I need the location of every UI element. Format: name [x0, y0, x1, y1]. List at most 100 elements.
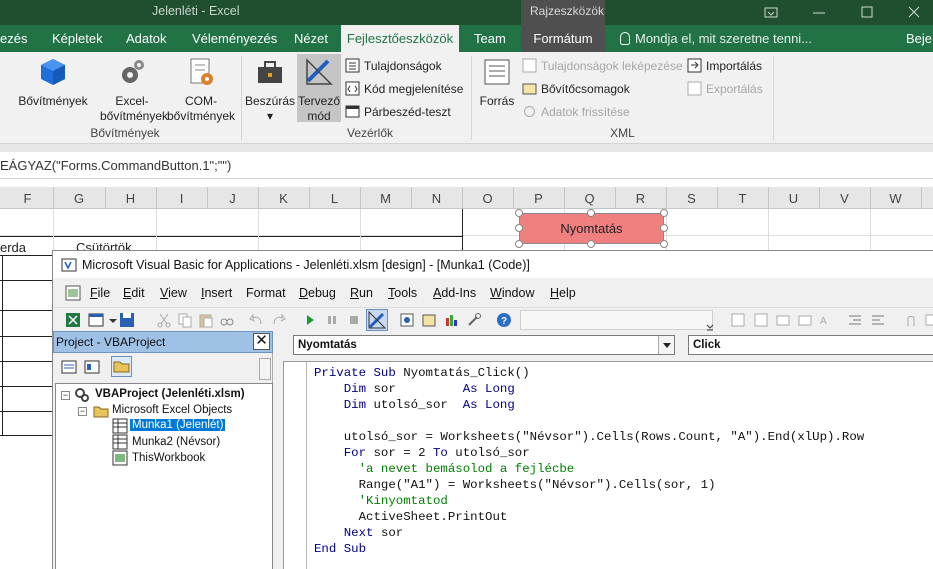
resize-handle[interactable]	[515, 240, 523, 248]
column-header[interactable]: T	[717, 191, 768, 206]
tab-data[interactable]: Adatok	[126, 25, 166, 52]
menu-format[interactable]: Format	[246, 286, 286, 300]
properties-button[interactable]: Tulajdonságok	[345, 58, 442, 78]
menu-window[interactable]: Window	[490, 286, 534, 300]
collapse-icon[interactable]: −	[61, 391, 70, 400]
resize-handle[interactable]	[515, 224, 523, 232]
copy-icon[interactable]	[177, 312, 193, 328]
toolbox-icon[interactable]	[466, 312, 482, 328]
run-dialog-button[interactable]: Párbeszéd-teszt	[345, 104, 451, 124]
tab-home-cut[interactable]: ezés	[0, 25, 30, 52]
procedure-dropdown[interactable]: Click	[688, 335, 933, 355]
object-dropdown[interactable]: Nyomtatás	[293, 335, 675, 355]
indent-block-icon[interactable]	[847, 312, 863, 328]
refresh-data-button[interactable]: Adatok frissítése	[522, 104, 630, 124]
toggle-folders-icon[interactable]	[111, 356, 132, 377]
column-header[interactable]: K	[258, 191, 309, 206]
excel-add-ins-button[interactable]: Excel- bővítmények	[100, 57, 168, 124]
column-header[interactable]: F	[2, 191, 53, 206]
menu-run[interactable]: Run	[350, 286, 373, 300]
excel-view-icon[interactable]	[65, 285, 81, 304]
cut-icon[interactable]	[156, 312, 172, 328]
menu-insert[interactable]: Insert	[201, 286, 232, 300]
column-header[interactable]: S	[666, 191, 717, 206]
tab-share-cut[interactable]: Beje	[906, 25, 932, 52]
resize-handle[interactable]	[515, 209, 523, 217]
menu-help[interactable]: Help	[550, 286, 576, 300]
column-header[interactable]: P	[513, 191, 564, 206]
resize-handle[interactable]	[660, 240, 668, 248]
column-header[interactable]: U	[768, 191, 819, 206]
menu-edit[interactable]: Edit	[123, 286, 145, 300]
toggle-breakpoint-icon[interactable]	[903, 312, 919, 328]
menu-debug[interactable]: Debug	[299, 286, 336, 300]
export-button[interactable]: Exportálás	[687, 81, 763, 101]
resize-handle[interactable]	[587, 209, 595, 217]
code-margin[interactable]	[284, 362, 307, 569]
chevron-down-icon[interactable]	[658, 336, 674, 354]
tree-node-vbaproject[interactable]: VBAProject (Jelenléti.xlsm)	[95, 388, 245, 400]
resize-handle[interactable]	[660, 224, 668, 232]
menu-add-ins[interactable]: Add-Ins	[433, 286, 476, 300]
expansion-packs-button[interactable]: Bővítőcsomagok	[522, 81, 630, 101]
formula-bar[interactable]: EÁGYAZ("Forms.CommandButton.1";"")	[0, 152, 933, 179]
paste-icon[interactable]	[198, 312, 214, 328]
restore-icon[interactable]	[848, 0, 886, 25]
pane-scroll-icon[interactable]	[259, 358, 271, 380]
run-icon[interactable]	[302, 312, 318, 328]
tree-node-excel-objects[interactable]: Microsoft Excel Objects	[112, 404, 232, 416]
column-header[interactable]: W	[870, 191, 921, 206]
tree-node-munka2[interactable]: Munka2 (Névsor)	[132, 436, 220, 448]
com-add-ins-button[interactable]: COM- bővítmények	[165, 57, 237, 124]
object-browser-icon[interactable]	[443, 312, 459, 328]
tab-review[interactable]: Véleményezés	[192, 25, 277, 52]
column-header[interactable]: Q	[564, 191, 615, 206]
design-mode-toggle-icon[interactable]	[366, 309, 388, 331]
insert-control-button[interactable]: Beszúrás ▾	[245, 57, 295, 124]
menu-view[interactable]: View	[160, 286, 187, 300]
code-text[interactable]: Private Sub Nyomtatás_Click() Dim sor As…	[314, 365, 864, 557]
import-button[interactable]: Importálás	[687, 58, 762, 78]
redo-icon[interactable]	[270, 312, 286, 328]
column-header[interactable]: I	[156, 191, 207, 206]
close-icon[interactable]	[895, 0, 933, 25]
column-header[interactable]: N	[411, 191, 462, 206]
column-header[interactable]: L	[309, 191, 360, 206]
close-pane-icon[interactable]: ✕	[253, 333, 270, 350]
list-constants-icon[interactable]	[797, 312, 813, 328]
pause-icon[interactable]	[324, 312, 340, 328]
comment-block-icon[interactable]	[925, 312, 933, 328]
tab-developer[interactable]: Fejlesztőeszközök	[341, 25, 459, 52]
tab-format[interactable]: Formátum	[521, 25, 605, 52]
cell-wednesday[interactable]: erda	[0, 240, 26, 255]
tell-me-search[interactable]: Mondja el, mit szeretne tenni...	[620, 31, 812, 46]
view-code-icon[interactable]	[61, 359, 77, 375]
view-code-button[interactable]: Kód megjelenítése	[345, 81, 463, 101]
design-mode-button[interactable]: Tervező mód	[297, 54, 341, 123]
code-editor[interactable]: Private Sub Nyomtatás_Click() Dim sor As…	[283, 361, 933, 569]
properties-window-icon[interactable]	[421, 312, 437, 328]
column-header[interactable]: M	[360, 191, 411, 206]
minimize-icon[interactable]	[800, 0, 838, 25]
collapse-icon[interactable]: −	[78, 407, 87, 416]
stop-icon[interactable]	[346, 312, 362, 328]
column-header[interactable]: R	[615, 191, 666, 206]
tree-node-thisworkbook[interactable]: ThisWorkbook	[132, 452, 205, 464]
save-icon[interactable]	[119, 312, 135, 328]
map-properties-button[interactable]: Tulajdonságok leképezése	[522, 58, 683, 78]
quick-info-icon[interactable]: A	[819, 312, 835, 328]
find-icon[interactable]	[219, 312, 235, 328]
tree-node-munka1[interactable]: Munka1 (Jelenlét)	[128, 418, 227, 432]
column-header[interactable]: H	[105, 191, 156, 206]
add-ins-button[interactable]: Bővítmények	[14, 57, 92, 109]
undo-icon[interactable]	[249, 312, 265, 328]
ribbon-display-options-icon[interactable]	[752, 0, 790, 25]
column-header[interactable]: J	[207, 191, 258, 206]
list-properties-icon[interactable]	[775, 312, 791, 328]
view-object-icon[interactable]	[84, 359, 100, 375]
xml-source-button[interactable]: Forrás	[475, 57, 519, 109]
tab-team[interactable]: Team	[474, 25, 506, 52]
insert-userform-icon[interactable]	[88, 312, 104, 328]
menu-file[interactable]: File	[90, 286, 110, 300]
resize-handle[interactable]	[660, 209, 668, 217]
